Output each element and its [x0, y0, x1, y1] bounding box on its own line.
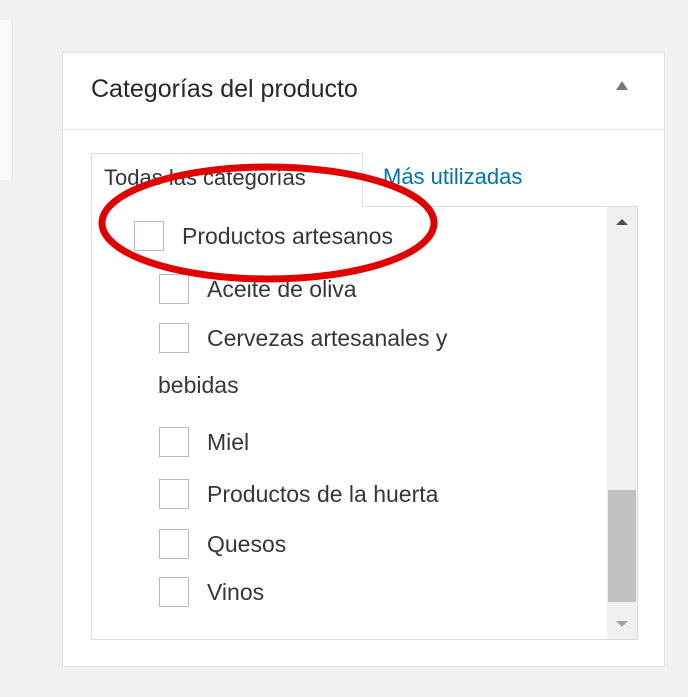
category-checkbox[interactable] [159, 577, 189, 607]
category-item-productos-artesanos[interactable]: Productos artesanos [134, 221, 393, 251]
triangle-up-icon[interactable] [616, 81, 628, 90]
category-item-productos-de-la-huerta[interactable]: Productos de la huerta [159, 479, 438, 509]
category-checkbox[interactable] [159, 529, 189, 559]
product-categories-metabox: Categorías del producto Todas las catego… [62, 52, 665, 667]
metabox-header[interactable]: Categorías del producto [63, 53, 664, 130]
tab-most-used[interactable]: Más utilizadas [383, 153, 522, 207]
category-item-cervezas-artesanales[interactable]: Cervezas artesanales y [159, 323, 447, 353]
tab-all-categories-label: Todas las categorías [104, 165, 306, 190]
category-checkbox[interactable] [159, 427, 189, 457]
category-checkbox[interactable] [159, 479, 189, 509]
category-label: Productos artesanos [182, 222, 393, 249]
category-label: Quesos [207, 530, 287, 557]
category-checkbox[interactable] [159, 323, 189, 353]
tab-all-categories[interactable]: Todas las categorías [91, 153, 363, 207]
category-item-miel[interactable]: Miel [159, 427, 249, 457]
category-label: Productos de la huerta [207, 480, 439, 507]
scroll-down-icon[interactable] [616, 621, 628, 627]
category-checkbox[interactable] [134, 221, 164, 251]
tab-most-used-label: Más utilizadas [383, 164, 523, 189]
category-label-continuation: bebidas [158, 372, 239, 398]
category-label: Aceite de oliva [207, 275, 357, 302]
scroll-up-icon[interactable] [616, 219, 628, 225]
category-label: Cervezas artesanales y [207, 324, 448, 351]
metabox-title: Categorías del producto [91, 75, 358, 103]
category-label: Miel [207, 428, 250, 455]
category-checkbox[interactable] [159, 274, 189, 304]
category-item-quesos[interactable]: Quesos [159, 529, 286, 559]
adjacent-panel-edge [0, 20, 13, 180]
scrollbar-thumb[interactable] [608, 490, 636, 602]
category-checklist: Productos artesanos Aceite de oliva Cerv… [91, 206, 638, 640]
category-item-aceite-de-oliva[interactable]: Aceite de oliva [159, 274, 357, 304]
scrollbar[interactable] [607, 207, 637, 639]
category-label: Vinos [207, 578, 265, 605]
category-item-vinos[interactable]: Vinos [159, 577, 264, 607]
